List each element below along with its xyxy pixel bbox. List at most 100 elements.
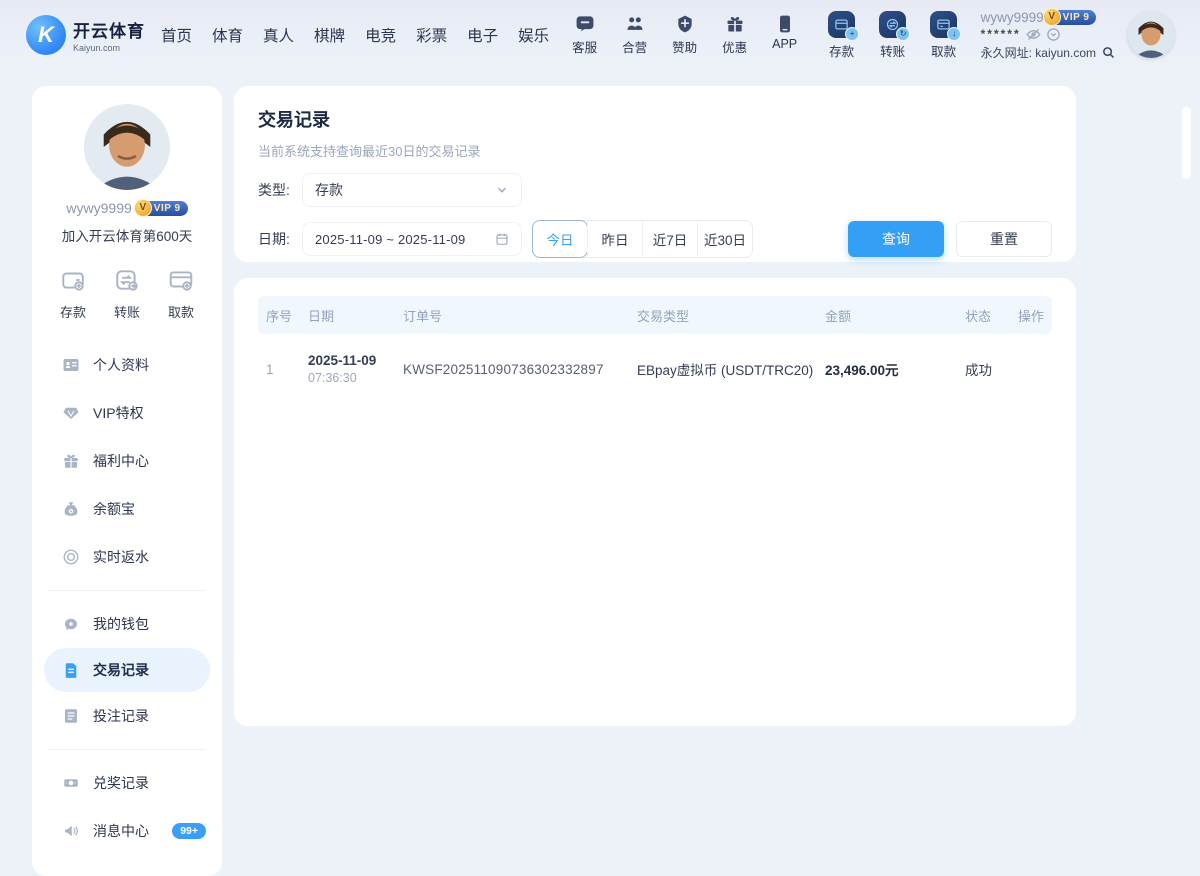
vip-diamond-icon xyxy=(63,407,79,419)
transfer-label: 转账 xyxy=(880,44,906,59)
sidebar-item-welfare[interactable]: 福利中心 xyxy=(32,437,222,485)
vip-badge: V VIP 9 xyxy=(1042,7,1097,26)
nav-home[interactable]: 首页 xyxy=(161,24,192,46)
sidebar-deposit-button[interactable]: 存款 xyxy=(60,267,86,321)
sidebar-item-label: 消息中心 xyxy=(93,823,149,839)
col-date: 日期 xyxy=(308,308,335,324)
sidebar-item-label: 交易记录 xyxy=(93,662,149,678)
sidebar-item-messages[interactable]: 消息中心 99+ xyxy=(32,807,222,855)
calendar-icon xyxy=(496,233,508,245)
cell-index: 1 xyxy=(266,361,274,377)
nav-entertainment[interactable]: 娱乐 xyxy=(518,24,549,46)
app-icon xyxy=(779,15,790,33)
type-select[interactable]: 存款 xyxy=(302,173,522,207)
vip-emblem-icon: V xyxy=(1042,7,1061,26)
sponsor-label: 赞助 xyxy=(672,41,698,55)
sidebar-quick-actions: 存款 转账 取款 xyxy=(32,267,222,321)
transactions-table: 序号 日期 订单号 交易类型 金额 状态 操作 1 2025-11-09 07:… xyxy=(234,278,1076,726)
main-nav: 首页 体育 真人 棋牌 电竞 彩票 电子 娱乐 xyxy=(161,24,549,46)
menu-divider xyxy=(48,749,206,750)
date-range-input[interactable]: 2025-11-09 ~ 2025-11-09 xyxy=(302,222,522,256)
nav-live-casino[interactable]: 真人 xyxy=(263,24,294,46)
reset-button[interactable]: 重置 xyxy=(956,221,1052,257)
sidebar-item-label: 我的钱包 xyxy=(93,616,149,632)
sidebar-menu: 个人资料 VIP特权 福利中心 余额宝 实时返水 我的钱包 交易记录 投注记录 … xyxy=(32,341,222,855)
bet-record-icon xyxy=(65,709,77,723)
cell-amount: 23,496.00元 xyxy=(825,363,899,378)
topbar: K 开云体育 Kaiyun.com 首页 体育 真人 棋牌 电竞 彩票 电子 娱… xyxy=(0,0,1200,70)
logo-text: 开云体育 Kaiyun.com xyxy=(73,17,145,53)
date-range-value: 2025-11-09 ~ 2025-11-09 xyxy=(315,231,466,247)
message-horn-icon xyxy=(65,825,78,837)
deposit-badge-icon: + xyxy=(845,26,860,41)
sidebar-item-transactions[interactable]: 交易记录 xyxy=(44,648,210,692)
partnership-label: 合营 xyxy=(622,41,648,55)
transfer-icon: ↻ xyxy=(879,10,911,41)
sidebar-item-prize-records[interactable]: 兑奖记录 xyxy=(32,759,222,807)
sidebar-item-bet-records[interactable]: 投注记录 xyxy=(32,692,222,740)
prize-record-icon xyxy=(64,779,78,787)
nav-slots[interactable]: 电子 xyxy=(467,24,498,46)
transfer-arrows-icon xyxy=(116,270,138,291)
sidebar-item-label: 个人资料 xyxy=(93,357,149,373)
id-card-icon xyxy=(63,359,79,371)
search-icon[interactable] xyxy=(1101,45,1116,60)
sidebar-withdraw-button[interactable]: 取款 xyxy=(168,267,194,321)
partnership-button[interactable]: 合营 xyxy=(617,14,653,56)
user-avatar[interactable] xyxy=(1128,12,1174,58)
sidebar-item-yuebao[interactable]: 余额宝 xyxy=(32,485,222,533)
app-download-button[interactable]: APP xyxy=(767,14,803,56)
nav-board-games[interactable]: 棋牌 xyxy=(314,24,345,46)
menu-divider xyxy=(48,590,206,591)
scrollbar-thumb[interactable] xyxy=(1182,107,1191,179)
balance-mask: ****** xyxy=(980,27,1021,41)
tab-last-7-days[interactable]: 近7日 xyxy=(642,221,697,257)
withdraw-card-icon xyxy=(169,271,193,291)
sidebar-item-vip[interactable]: VIP特权 xyxy=(32,389,222,437)
sidebar-transfer-button[interactable]: 转账 xyxy=(114,267,140,321)
site-logo[interactable]: K 开云体育 Kaiyun.com xyxy=(26,15,145,55)
cell-status: 成功 xyxy=(965,363,992,378)
sidebar-item-profile[interactable]: 个人资料 xyxy=(32,341,222,389)
withdraw-card-icon: ↓ xyxy=(930,10,962,41)
promo-label: 优惠 xyxy=(722,41,748,55)
tab-last-30-days[interactable]: 近30日 xyxy=(697,221,752,257)
transfer-button[interactable]: ↻ 转账 xyxy=(874,10,912,60)
col-type: 交易类型 xyxy=(637,308,690,324)
customer-service-icon xyxy=(576,16,594,32)
wallet-deposit-icon xyxy=(62,272,84,291)
permanent-url-label: 永久网址: kaiyun.com xyxy=(980,45,1096,60)
table-row: 1 2025-11-09 07:36:30 KWSF20251109073630… xyxy=(258,334,1052,404)
deposit-button[interactable]: + 存款 xyxy=(823,10,861,60)
withdraw-button[interactable]: ↓ 取款 xyxy=(925,10,963,60)
sidebar-deposit-label: 存款 xyxy=(60,305,87,320)
deposit-label: 存款 xyxy=(829,44,855,59)
transaction-doc-icon xyxy=(65,663,77,678)
rebate-icon xyxy=(63,549,79,565)
sidebar-item-wallet[interactable]: 我的钱包 xyxy=(32,600,222,648)
promo-button[interactable]: 优惠 xyxy=(717,14,753,56)
col-status: 状态 xyxy=(965,308,992,324)
col-action: 操作 xyxy=(1018,308,1045,324)
nav-lottery[interactable]: 彩票 xyxy=(416,24,447,46)
table-header-row: 序号 日期 订单号 交易类型 金额 状态 操作 xyxy=(258,296,1052,334)
cell-date-time: 07:36:30 xyxy=(308,371,357,385)
user-info: wywy9999 V VIP 9 ****** 永久网址: kaiyun.com xyxy=(980,7,1116,61)
eye-off-icon[interactable] xyxy=(1026,27,1041,42)
sidebar-item-label: 福利中心 xyxy=(93,453,149,469)
nav-esports[interactable]: 电竞 xyxy=(365,24,396,46)
type-label: 类型: xyxy=(258,182,290,198)
tab-today[interactable]: 今日 xyxy=(532,220,588,258)
message-count-badge: 99+ xyxy=(172,822,206,840)
nav-sports[interactable]: 体育 xyxy=(212,24,243,46)
sponsor-button[interactable]: 赞助 xyxy=(667,14,703,56)
query-button[interactable]: 查询 xyxy=(848,221,944,257)
page-subtitle: 当前系统支持查询最近30日的交易记录 xyxy=(258,144,481,159)
sidebar-item-rebate[interactable]: 实时返水 xyxy=(32,533,222,581)
sidebar-item-label: 余额宝 xyxy=(93,501,135,517)
customer-service-button[interactable]: 客服 xyxy=(567,14,603,56)
tab-yesterday[interactable]: 昨日 xyxy=(587,221,642,257)
chevron-down-circle-icon[interactable] xyxy=(1046,27,1061,42)
date-preset-tabs: 今日 昨日 近7日 近30日 xyxy=(532,220,753,258)
cell-date: 2025-11-09 07:36:30 xyxy=(308,353,403,385)
